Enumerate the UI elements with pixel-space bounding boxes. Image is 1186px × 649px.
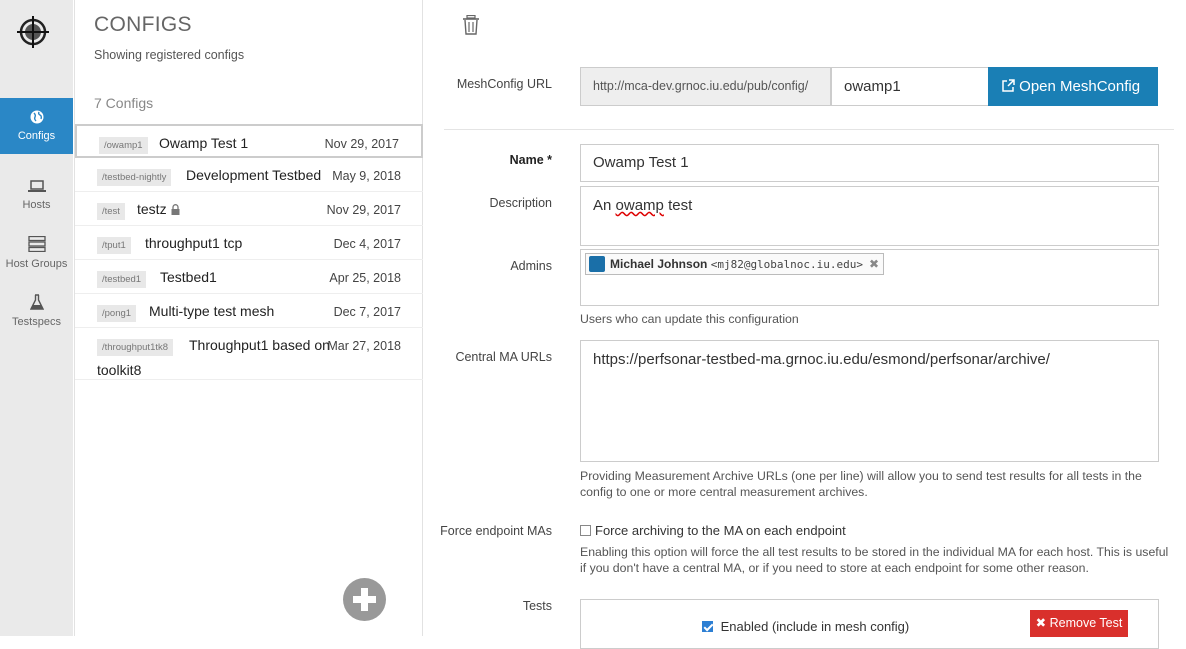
meshconfig-url-label: MeshConfig URL [456,77,552,91]
admins-label: Admins [510,259,552,273]
list-title: CONFIGS [94,13,192,36]
config-row[interactable]: /testbed1 Testbed1 Apr 25, 2018 [75,260,423,294]
nav-rail: Configs Hosts Host Groups Testspecs [0,0,73,636]
admin-email: <mj82@globalnoc.iu.edu> [710,258,864,271]
config-path-tag: /owamp1 [99,137,148,154]
external-link-icon [1002,79,1015,92]
name-input[interactable]: Owamp Test 1 [580,144,1159,182]
admins-help: Users who can update this configuration [580,312,799,326]
force-archiving-checkbox[interactable] [580,525,591,536]
url-prefix: http://mca-dev.grnoc.iu.edu/pub/config/ [580,67,831,106]
laptop-icon [27,180,46,192]
nav-label-testspecs: Testspecs [12,316,61,328]
remove-test-label: Remove Test [1049,616,1123,630]
config-row[interactable]: /throughput1tk8 Throughput1 based on too… [75,328,423,380]
config-count: 7 Configs [94,95,154,111]
config-row[interactable]: /tput1 throughput1 tcp Dec 4, 2017 [75,226,423,260]
description-text: test [668,197,693,214]
config-date: Dec 4, 2017 [333,237,401,251]
config-row[interactable]: /test testz Nov 29, 2017 [75,192,423,226]
server-icon [27,236,46,252]
config-rows: /owamp1 Owamp Test 1 Nov 29, 2017 /testb… [75,124,423,380]
force-endpoint-label: Force endpoint MAs [440,524,552,538]
remove-test-button[interactable]: ✖ Remove Test [1030,610,1128,637]
enabled-label: Enabled (include in mesh config) [720,619,910,634]
open-meshconfig-label: Open MeshConfig [1019,78,1141,95]
config-name: Development Testbed [186,167,322,183]
close-icon: ✖ [1035,616,1047,630]
config-path-tag: /throughput1tk8 [97,339,174,356]
nav-item-hosts[interactable]: Hosts [0,180,73,211]
config-path-tag: /pong1 [97,305,137,322]
central-ma-help: Providing Measurement Archive URLs (one … [580,469,1142,499]
nav-label-host-groups: Host Groups [5,258,68,270]
description-text: An [593,197,612,214]
force-endpoint-help: Enabling this option will force the all … [580,545,1169,575]
config-date: Mar 27, 2018 [327,339,401,353]
power-icon [589,256,605,272]
config-row[interactable]: /owamp1 Owamp Test 1 Nov 29, 2017 [75,124,423,158]
force-archiving-label: Force archiving to the MA on each endpoi… [595,523,846,538]
config-path-tag: /test [97,203,125,220]
admin-name: Michael Johnson [610,257,708,271]
add-config-button[interactable] [343,578,386,621]
globe-icon [30,110,43,124]
admin-chip: Michael Johnson <mj82@globalnoc.iu.edu> … [585,253,885,275]
crosshair-logo-icon[interactable] [17,16,49,48]
list-subtitle: Showing registered configs [94,48,245,62]
name-label: Name * [509,153,552,167]
enabled-checkbox-row[interactable]: Enabled (include in mesh config) [702,619,909,634]
remove-admin-icon[interactable]: ✖ [869,254,879,274]
config-name: throughput1 tcp [145,235,243,251]
config-path-tag: /testbed1 [97,271,147,288]
config-name-continued: toolkit8 [97,362,142,378]
config-date: May 9, 2018 [332,169,401,183]
config-date: Dec 7, 2017 [333,305,401,319]
description-textarea[interactable]: An owamp test [580,186,1159,246]
config-name: Throughput1 based on [189,337,330,353]
nav-item-host-groups[interactable]: Host Groups [0,236,73,270]
config-date: Apr 25, 2018 [329,271,401,285]
nav-item-configs[interactable]: Configs [0,98,73,154]
config-detail-panel: MeshConfig URL http://mca-dev.grnoc.iu.e… [424,0,1186,649]
nav-label-hosts: Hosts [22,199,51,211]
config-name: testz [137,201,167,217]
config-list-panel: CONFIGS Showing registered configs 7 Con… [74,0,423,636]
force-archiving-checkbox-row[interactable]: Force archiving to the MA on each endpoi… [580,523,846,538]
test-panel: Enabled (include in mesh config) ✖ Remov… [580,599,1159,649]
config-row[interactable]: /pong1 Multi-type test mesh Dec 7, 2017 [75,294,423,328]
config-row[interactable]: /testbed-nightly Development Testbed May… [75,158,423,192]
trash-icon[interactable] [462,15,480,35]
config-name: Testbed1 [160,269,217,285]
config-date: Nov 29, 2017 [326,203,401,217]
central-ma-label: Central MA URLs [455,350,552,364]
enabled-checkbox[interactable] [702,621,713,632]
url-suffix-input[interactable]: owamp1 [831,67,989,106]
config-name: Owamp Test 1 [159,135,249,151]
nav-label-configs: Configs [17,130,56,142]
tests-label: Tests [522,599,552,613]
central-ma-textarea[interactable]: https://perfsonar-testbed-ma.grnoc.iu.ed… [580,340,1159,462]
flask-icon [29,294,44,310]
config-path-tag: /tput1 [97,237,131,254]
config-path-tag: /testbed-nightly [97,169,172,186]
lock-icon [171,204,180,215]
config-date: Nov 29, 2017 [324,137,399,151]
nav-item-testspecs[interactable]: Testspecs [0,294,73,328]
config-name: Multi-type test mesh [149,303,275,319]
open-meshconfig-button[interactable]: Open MeshConfig [988,67,1158,106]
divider [444,129,1174,130]
description-misspelled-word: owamp [615,197,664,214]
admins-select[interactable]: Michael Johnson <mj82@globalnoc.iu.edu> … [580,249,1159,306]
description-label: Description [489,196,552,210]
